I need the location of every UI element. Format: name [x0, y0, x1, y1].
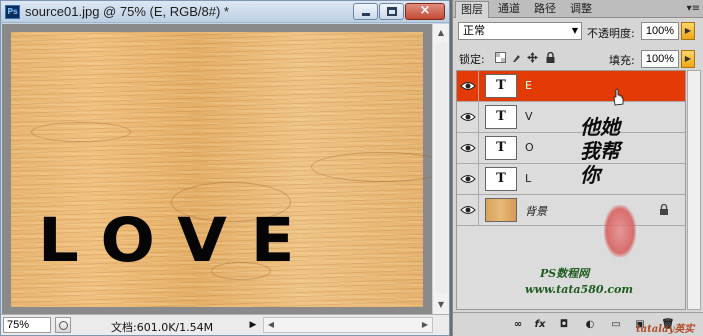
- layer-row-o[interactable]: T O: [457, 133, 685, 164]
- canvas-area[interactable]: LOVE: [2, 24, 432, 314]
- close-icon: ×: [419, 3, 431, 18]
- text-layer-thumbnail[interactable]: T: [485, 136, 517, 160]
- status-menu-arrow-icon[interactable]: ▶: [247, 318, 259, 332]
- layer-name[interactable]: L: [525, 172, 531, 185]
- fill-field[interactable]: 100%: [641, 50, 679, 68]
- wood-knot: [311, 152, 432, 182]
- brand-watermark: tatalay英实: [636, 324, 695, 335]
- blend-mode-select[interactable]: 正常 ▼: [458, 22, 582, 40]
- eye-icon[interactable]: [460, 79, 476, 93]
- visibility-column[interactable]: [457, 71, 479, 101]
- lock-move-icon[interactable]: [527, 52, 538, 63]
- document-size-info: 文档:601.0K/1.54M: [111, 321, 214, 334]
- document-title: source01.jpg @ 75% (E, RGB/8#) *: [25, 4, 229, 19]
- tab-layers[interactable]: 图层: [455, 1, 489, 18]
- text-layer-thumbnail[interactable]: T: [485, 167, 517, 191]
- tab-paths[interactable]: 路径: [529, 1, 561, 18]
- tab-adjustments[interactable]: 调整: [565, 1, 597, 18]
- layer-row-background[interactable]: 背景: [457, 195, 685, 226]
- fill-label: 填充:: [609, 54, 635, 67]
- document-window: Ps source01.jpg @ 75% (E, RGB/8#) * × LO…: [0, 0, 450, 336]
- layer-name[interactable]: O: [525, 141, 534, 154]
- eye-icon[interactable]: [460, 110, 476, 124]
- maximize-button[interactable]: [379, 3, 404, 20]
- visibility-column[interactable]: [457, 164, 479, 194]
- image-layer-thumbnail[interactable]: [485, 198, 517, 222]
- visibility-column[interactable]: [457, 102, 479, 132]
- new-group-icon[interactable]: ▭: [609, 318, 623, 331]
- minimize-icon: [362, 13, 370, 16]
- site-watermark-url: www.tata580.com: [525, 283, 634, 296]
- layer-name[interactable]: E: [525, 79, 532, 92]
- layer-name[interactable]: V: [525, 110, 533, 123]
- opacity-field[interactable]: 100%: [641, 22, 679, 40]
- tab-channels[interactable]: 通道: [493, 1, 525, 18]
- lock-all-icon[interactable]: [545, 52, 556, 63]
- close-button[interactable]: ×: [405, 3, 445, 20]
- fill-slider-arrow-icon[interactable]: ▶: [681, 50, 695, 68]
- canvas-text-love[interactable]: LOVE: [38, 211, 318, 272]
- link-layers-icon[interactable]: ∞: [511, 318, 525, 331]
- hand-cursor-icon: [613, 88, 624, 106]
- visibility-column[interactable]: [457, 133, 479, 163]
- lock-icon: [660, 204, 668, 215]
- maximize-icon: [387, 7, 397, 16]
- zoom-field[interactable]: 75%: [3, 317, 51, 333]
- opacity-slider-arrow-icon[interactable]: ▶: [681, 22, 695, 40]
- scroll-down-icon[interactable]: ▼: [433, 296, 449, 313]
- scroll-left-icon[interactable]: ◀: [264, 318, 278, 332]
- layers-scrollbar[interactable]: [687, 70, 701, 310]
- chevron-down-icon: ▼: [571, 26, 578, 35]
- site-watermark-cn: PS数程网: [540, 267, 590, 280]
- visibility-column[interactable]: [457, 195, 479, 225]
- lock-transparent-icon[interactable]: [495, 52, 506, 63]
- layer-row-e[interactable]: T E: [457, 71, 685, 102]
- add-mask-icon[interactable]: ◘: [557, 318, 571, 331]
- vertical-scrollbar[interactable]: ▲ ▼: [432, 24, 449, 314]
- lock-label: 锁定:: [459, 53, 485, 66]
- photoshop-icon: Ps: [5, 5, 20, 19]
- red-seal-stamp: [604, 205, 636, 257]
- opacity-label: 不透明度:: [587, 27, 635, 40]
- panel-tabs: 图层 通道 路径 调整 ▾≡: [453, 0, 703, 18]
- layer-name[interactable]: 背景: [525, 203, 547, 219]
- window-controls: ×: [353, 3, 445, 20]
- status-bar: 75% 文档:601.0K/1.54M ▶ ◀ ▶: [1, 314, 449, 335]
- scroll-up-icon[interactable]: ▲: [433, 24, 449, 41]
- adjustment-layer-icon[interactable]: ◐: [583, 318, 597, 331]
- eye-icon[interactable]: [460, 141, 476, 155]
- lock-brush-icon[interactable]: [511, 52, 522, 63]
- text-layer-thumbnail[interactable]: T: [485, 74, 517, 98]
- scroll-track[interactable]: [435, 43, 447, 293]
- blend-mode-value: 正常: [463, 24, 485, 37]
- layer-row-l[interactable]: T L: [457, 164, 685, 195]
- panel-menu-icon[interactable]: ▾≡: [687, 3, 700, 14]
- screen: Ps source01.jpg @ 75% (E, RGB/8#) * × LO…: [0, 0, 703, 336]
- eye-icon[interactable]: [460, 172, 476, 186]
- zoom-icon[interactable]: [55, 317, 71, 333]
- wood-knot: [31, 122, 131, 142]
- scroll-right-icon[interactable]: ▶: [418, 318, 432, 332]
- document-titlebar[interactable]: Ps source01.jpg @ 75% (E, RGB/8#) * ×: [1, 1, 449, 23]
- fx-icon[interactable]: fx: [533, 318, 547, 331]
- minimize-button[interactable]: [353, 3, 378, 20]
- eye-icon[interactable]: [460, 203, 476, 217]
- layer-row-v[interactable]: T V: [457, 102, 685, 133]
- horizontal-scrollbar[interactable]: ◀ ▶: [263, 317, 433, 333]
- text-layer-thumbnail[interactable]: T: [485, 105, 517, 129]
